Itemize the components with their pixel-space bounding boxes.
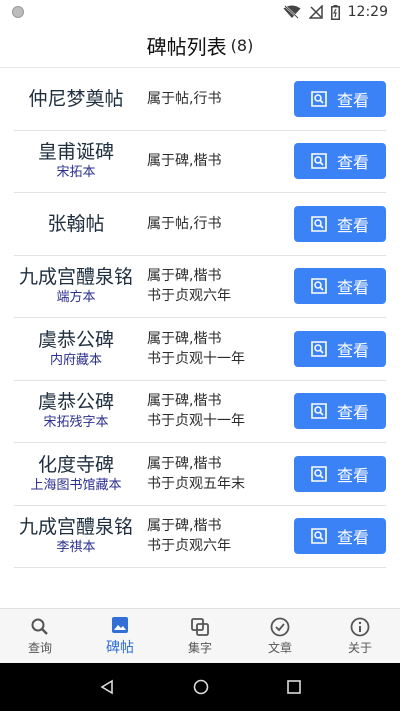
view-button[interactable]: 查看 xyxy=(294,393,386,430)
wifi-off-icon xyxy=(283,5,301,19)
item-date: 书于贞观十一年 xyxy=(147,350,245,367)
stele-list: 仲尼梦奠帖 属于帖,行书 查看 皇甫诞碑 宋拓本 属于碑,楷书 查看 张翰帖 属… xyxy=(14,68,386,568)
image-icon xyxy=(112,617,128,633)
status-icons: 12:29 xyxy=(283,4,388,20)
item-name: 皇甫诞碑 xyxy=(37,141,114,164)
view-button[interactable]: 查看 xyxy=(294,455,386,492)
search-icon xyxy=(31,618,48,635)
item-edition: 内府藏本 xyxy=(49,352,102,368)
status-bar: 12:29 xyxy=(0,0,400,24)
item-edition: 端方本 xyxy=(56,290,96,306)
search-doc-icon xyxy=(311,528,327,545)
view-button-label: 查看 xyxy=(336,90,369,110)
item-edition: 上海图书馆藏本 xyxy=(30,477,122,493)
item-name: 九成宫醴泉铭 xyxy=(18,516,133,539)
list-item: 张翰帖 属于帖,行书 查看 xyxy=(14,193,386,256)
list-item: 虞恭公碑 内府藏本 属于碑,楷书 书于贞观十一年 查看 xyxy=(14,318,386,381)
view-button-label: 查看 xyxy=(336,465,369,485)
nav-stele[interactable]: 碑帖 xyxy=(80,609,160,663)
nav-collect[interactable]: 集字 xyxy=(160,609,240,663)
search-doc-icon xyxy=(311,278,327,295)
nav-about[interactable]: 关于 xyxy=(320,609,400,663)
view-button-label: 查看 xyxy=(336,278,369,298)
view-button-label: 查看 xyxy=(336,340,369,360)
search-doc-icon xyxy=(311,340,327,357)
nav-query-label: 查询 xyxy=(27,640,52,655)
item-category: 属于碑,楷书 xyxy=(147,393,222,410)
nav-stele-label: 碑帖 xyxy=(106,640,134,656)
view-button[interactable]: 查看 xyxy=(294,80,386,117)
nav-article-label: 文章 xyxy=(267,640,292,655)
view-button[interactable]: 查看 xyxy=(294,330,386,367)
nav-collect-label: 集字 xyxy=(187,640,212,655)
list-item: 皇甫诞碑 宋拓本 属于碑,楷书 查看 xyxy=(14,131,386,193)
item-edition: 宋拓残字本 xyxy=(43,415,109,431)
item-edition: 李祺本 xyxy=(56,540,96,556)
search-doc-icon xyxy=(311,465,327,482)
item-name: 虞恭公碑 xyxy=(37,391,114,414)
battery-icon xyxy=(330,4,340,20)
search-doc-icon xyxy=(311,215,327,232)
nav-query[interactable]: 查询 xyxy=(0,609,80,663)
home-icon[interactable] xyxy=(193,679,209,695)
notification-dot-icon xyxy=(12,6,24,18)
view-button-label: 查看 xyxy=(336,528,369,548)
list-item: 九成宫醴泉铭 李祺本 属于碑,楷书 书于贞观六年 查看 xyxy=(14,506,386,568)
item-category: 属于碑,楷书 xyxy=(147,268,222,285)
item-name: 化度寺碑 xyxy=(37,453,114,476)
view-button-label: 查看 xyxy=(336,153,369,173)
recents-icon[interactable] xyxy=(287,680,301,694)
view-button[interactable]: 查看 xyxy=(294,268,386,305)
item-date: 书于贞观六年 xyxy=(147,538,231,555)
item-name: 九成宫醴泉铭 xyxy=(18,266,133,289)
item-category: 属于帖,行书 xyxy=(147,90,222,107)
nav-article[interactable]: 文章 xyxy=(240,609,320,663)
list-item: 化度寺碑 上海图书馆藏本 属于碑,楷书 书于贞观五年末 查看 xyxy=(14,443,386,506)
search-doc-icon xyxy=(311,153,327,170)
bottom-nav: 查询 碑帖 集字 文章 关于 xyxy=(0,608,400,663)
view-button-label: 查看 xyxy=(336,403,369,423)
item-category: 属于碑,楷书 xyxy=(147,330,222,347)
page-title: 碑帖列表 xyxy=(146,35,227,59)
item-date: 书于贞观六年 xyxy=(147,288,231,305)
title-bar: 碑帖列表 (8) xyxy=(0,24,400,68)
list-item: 仲尼梦奠帖 属于帖,行书 查看 xyxy=(14,68,386,131)
nav-about-label: 关于 xyxy=(347,640,372,655)
item-category: 属于碑,楷书 xyxy=(147,518,222,535)
search-doc-icon xyxy=(311,90,327,107)
view-button[interactable]: 查看 xyxy=(294,143,386,180)
item-edition: 宋拓本 xyxy=(56,165,96,181)
item-date: 书于贞观十一年 xyxy=(147,413,245,430)
list-item: 九成宫醴泉铭 端方本 属于碑,楷书 书于贞观六年 查看 xyxy=(14,256,386,318)
item-category: 属于碑,楷书 xyxy=(147,153,222,170)
item-name: 张翰帖 xyxy=(47,212,105,235)
list-item: 虞恭公碑 宋拓残字本 属于碑,楷书 书于贞观十一年 查看 xyxy=(14,381,386,443)
check-circle-icon xyxy=(270,617,290,636)
item-name: 仲尼梦奠帖 xyxy=(28,87,124,110)
view-button[interactable]: 查看 xyxy=(294,205,386,242)
back-icon[interactable] xyxy=(99,679,115,695)
item-name: 虞恭公碑 xyxy=(37,328,114,351)
item-date: 书于贞观五年末 xyxy=(147,475,245,492)
item-category: 属于碑,楷书 xyxy=(147,455,222,472)
view-button-label: 查看 xyxy=(336,215,369,235)
copy-icon xyxy=(191,617,209,636)
status-time: 12:29 xyxy=(347,4,388,20)
search-doc-icon xyxy=(311,403,327,420)
page-count: (8) xyxy=(230,36,254,55)
view-button[interactable]: 查看 xyxy=(294,518,386,555)
item-category: 属于帖,行书 xyxy=(147,215,222,232)
system-nav-bar xyxy=(0,663,400,711)
info-icon xyxy=(350,617,370,636)
signal-off-icon xyxy=(308,5,323,19)
